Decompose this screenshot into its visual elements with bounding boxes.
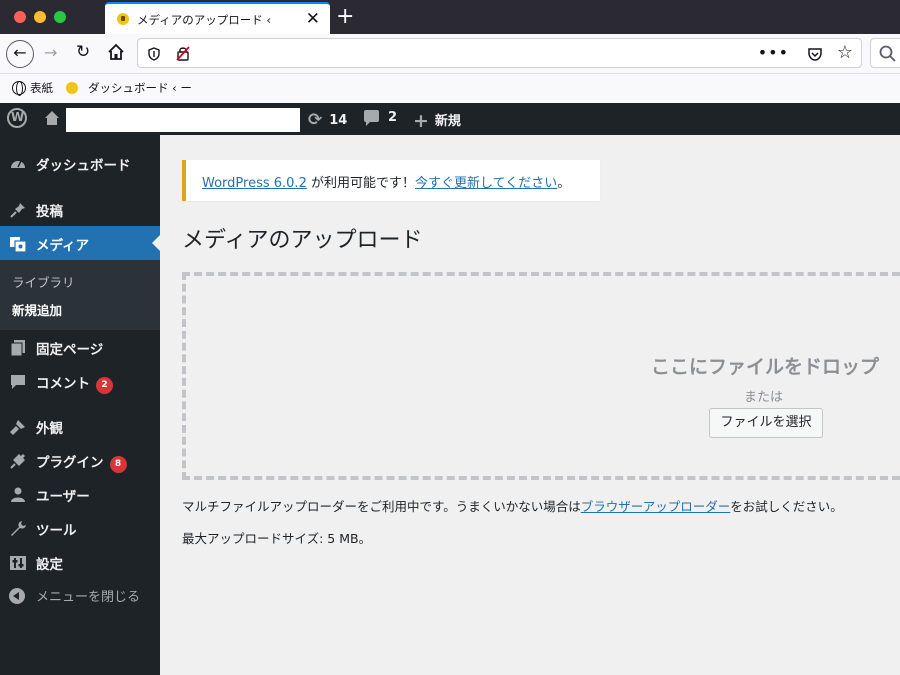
browser-titlebar: メディアのアップロード ‹ ✕ + <box>0 0 900 34</box>
update-now-link[interactable]: 今すぐ更新してください <box>415 176 557 191</box>
browser-tab[interactable]: メディアのアップロード ‹ ✕ <box>105 2 330 34</box>
settings-icon <box>9 554 27 572</box>
wp-admin-bar: ⟳14 2 +新規 <box>0 103 900 135</box>
sidebar-item-dashboard[interactable]: ダッシュボード <box>0 146 160 180</box>
wrench-icon <box>9 520 27 538</box>
sidebar-item-appearance[interactable]: 外観 <box>0 409 160 443</box>
media-icon <box>9 235 27 253</box>
page-icon <box>9 339 27 357</box>
pocket-icon[interactable] <box>807 46 823 62</box>
minimize-window-button[interactable] <box>34 11 46 23</box>
sidebar-item-pages[interactable]: 固定ページ <box>0 330 160 364</box>
plugin-update-badge: 8 <box>109 456 127 473</box>
maximize-window-button[interactable] <box>54 11 66 23</box>
wordpress-logo-icon[interactable] <box>7 108 27 128</box>
comment-count-badge: 2 <box>96 377 113 394</box>
home-button[interactable] <box>106 42 126 64</box>
tab-title: メディアのアップロード ‹ <box>137 13 271 27</box>
tracking-shield-icon[interactable] <box>148 46 160 61</box>
comment-icon <box>9 373 27 391</box>
sidebar-item-posts[interactable]: 投稿 <box>0 192 160 226</box>
plus-icon: + <box>413 110 429 132</box>
wordpress-favicon-icon <box>117 13 129 25</box>
close-window-button[interactable] <box>14 11 26 23</box>
url-bar[interactable]: ••• ☆ <box>137 38 862 68</box>
updates-button[interactable]: ⟳ 14 <box>308 110 347 130</box>
search-button[interactable] <box>870 38 900 68</box>
comment-bubble-icon <box>364 110 379 126</box>
sidebar-item-tools[interactable]: ツール <box>0 511 160 545</box>
sidebar-item-users[interactable]: ユーザー <box>0 477 160 511</box>
collapse-arrow-icon <box>9 588 25 604</box>
wordpress-version-link[interactable]: WordPress 6.0.2 <box>202 176 307 191</box>
plugin-icon <box>9 452 27 470</box>
bookmarks-bar: 表紙 ダッシュボード ‹ ー <box>0 74 900 103</box>
submenu-item-add-new[interactable]: 新規追加 <box>12 300 62 319</box>
search-icon <box>879 45 896 62</box>
back-button[interactable]: ← <box>6 40 34 68</box>
dashboard-icon <box>9 155 27 173</box>
insecure-lock-icon[interactable] <box>176 45 190 61</box>
user-icon <box>9 486 27 504</box>
browser-toolbar: ← → ↻ ••• ☆ <box>0 34 900 74</box>
page-actions-icon[interactable]: ••• <box>758 43 789 62</box>
collapse-menu-button[interactable]: メニューを閉じる <box>9 586 140 605</box>
tab-close-icon[interactable]: ✕ <box>306 9 320 29</box>
bookmark-item[interactable]: ダッシュボード ‹ ー <box>66 80 192 96</box>
home-icon <box>108 43 124 60</box>
new-tab-button[interactable]: + <box>336 3 354 31</box>
new-content-button[interactable]: + 新規 <box>413 110 461 132</box>
wordpress-favicon-icon <box>66 82 78 94</box>
globe-icon <box>12 81 26 96</box>
page-title: メディアのアップロード <box>182 228 423 253</box>
bookmark-star-icon[interactable]: ☆ <box>837 42 853 63</box>
reload-button[interactable]: ↻ <box>76 41 90 63</box>
site-home-icon[interactable] <box>44 110 60 126</box>
media-submenu: ライブラリ 新規追加 <box>0 260 160 330</box>
uploader-info: マルチファイルアップローダーをご利用中です。うまくいかない場合はブラウザーアップ… <box>182 499 843 514</box>
select-files-button[interactable]: ファイルを選択 <box>709 408 823 438</box>
sidebar-item-comments[interactable]: コメント 2 <box>0 364 160 398</box>
site-name-field[interactable] <box>66 108 300 132</box>
comments-button[interactable]: 2 <box>364 110 397 126</box>
bookmark-item[interactable]: 表紙 <box>12 80 53 96</box>
updates-icon: ⟳ <box>308 110 323 130</box>
file-drop-zone[interactable]: ここにファイルをドロップ または ファイルを選択 <box>182 272 900 480</box>
drop-or-text: または <box>744 390 784 405</box>
drop-files-heading: ここにファイルをドロップ <box>651 356 880 378</box>
sidebar-item-settings[interactable]: 設定 <box>0 545 160 579</box>
update-notice: WordPress 6.0.2 が利用可能です！今すぐ更新してください。 <box>182 160 600 201</box>
admin-sidebar: ダッシュボード 投稿 メディア ライブラリ 新規追加 固定ページ コメント 2 外… <box>0 135 160 675</box>
forward-button[interactable]: → <box>44 42 57 64</box>
brush-icon <box>9 418 27 436</box>
submenu-item-library[interactable]: ライブラリ <box>12 272 75 291</box>
sidebar-item-plugins[interactable]: プラグイン 8 <box>0 443 160 477</box>
max-upload-size: 最大アップロードサイズ: 5 MB。 <box>182 531 372 546</box>
browser-uploader-link[interactable]: ブラウザーアップローダー <box>581 499 731 514</box>
sidebar-item-media[interactable]: メディア <box>0 226 160 260</box>
pin-icon <box>9 201 27 219</box>
